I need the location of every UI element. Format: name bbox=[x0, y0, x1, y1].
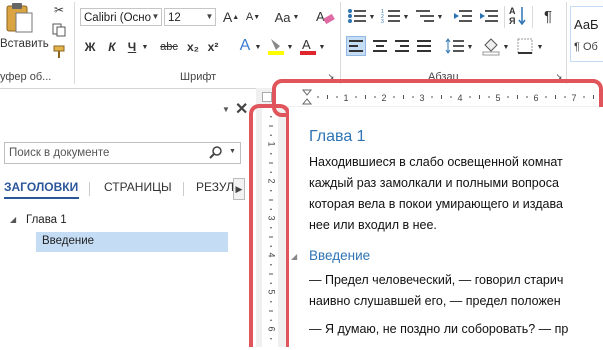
svg-text:A: A bbox=[509, 6, 516, 16]
dropdown-icon[interactable]: ▼ bbox=[286, 38, 294, 56]
collapse-triangle-icon[interactable]: ◢ bbox=[291, 252, 297, 261]
search-icon[interactable] bbox=[209, 145, 223, 162]
bold-button[interactable]: Ж bbox=[82, 38, 98, 56]
tab-headings[interactable]: ЗАГОЛОВКИ bbox=[4, 180, 78, 194]
change-case-button[interactable]: Aa ▼ bbox=[272, 8, 302, 26]
clear-formatting-icon[interactable]: A bbox=[314, 6, 336, 28]
paragraph-line[interactable]: нее или входил в нее. bbox=[309, 218, 437, 232]
close-icon[interactable]: ✕ bbox=[235, 99, 248, 119]
dropdown-icon[interactable]: ▼ bbox=[318, 38, 326, 56]
svg-text:A: A bbox=[316, 9, 325, 24]
clipboard-group-label: уфер об... bbox=[0, 71, 52, 83]
tab-results[interactable]: РЕЗУЛ bbox=[196, 180, 234, 194]
underline-button[interactable]: Ч bbox=[124, 38, 140, 56]
dropdown-icon[interactable]: ▼ bbox=[436, 8, 444, 26]
show-marks-button[interactable]: ¶ bbox=[538, 6, 558, 26]
style-name-text: ¶ Об bbox=[574, 41, 598, 53]
svg-text:A: A bbox=[302, 37, 311, 52]
line-spacing-icon[interactable] bbox=[444, 36, 466, 56]
superscript-button[interactable]: x² bbox=[204, 38, 222, 56]
ruler-corner bbox=[262, 92, 272, 102]
dropdown-icon[interactable]: ▼ bbox=[402, 8, 410, 26]
heading-1[interactable]: Глава 1 bbox=[309, 128, 366, 146]
grow-font-button[interactable]: A ▲ bbox=[222, 8, 240, 26]
style-preview-text: АаБ bbox=[574, 17, 599, 32]
highlight-color-icon[interactable] bbox=[266, 36, 286, 56]
bullets-icon[interactable] bbox=[346, 6, 368, 26]
cut-icon[interactable]: ✂ bbox=[50, 2, 68, 18]
search-placeholder: Поиск в документе bbox=[9, 147, 110, 159]
expand-triangle-icon[interactable]: ◢ bbox=[10, 215, 16, 224]
svg-text:Я: Я bbox=[509, 16, 515, 26]
dropdown-icon[interactable]: ▼ bbox=[368, 8, 376, 26]
align-right-icon[interactable] bbox=[392, 36, 412, 56]
multilevel-list-icon[interactable] bbox=[414, 6, 436, 26]
paste-button[interactable]: Вставить bbox=[0, 38, 49, 50]
nav-heading-item-selected[interactable]: Введение bbox=[36, 232, 228, 252]
dropdown-icon[interactable]: ▼ bbox=[536, 38, 544, 56]
copy-icon[interactable] bbox=[50, 22, 68, 38]
strikethrough-button[interactable]: abc bbox=[158, 38, 180, 56]
active-tab-indicator bbox=[4, 197, 79, 199]
search-input[interactable]: Поиск в документе ▼ bbox=[4, 142, 241, 164]
heading-2[interactable]: Введение bbox=[309, 248, 370, 263]
shading-icon[interactable] bbox=[480, 36, 502, 56]
decrease-indent-icon[interactable] bbox=[452, 6, 474, 26]
numbering-icon[interactable]: 123 bbox=[380, 6, 402, 26]
dropdown-icon[interactable]: ▼ bbox=[254, 38, 262, 56]
paste-icon[interactable] bbox=[2, 2, 36, 34]
svg-text:3: 3 bbox=[381, 19, 384, 24]
borders-icon[interactable] bbox=[514, 36, 536, 56]
align-center-icon[interactable] bbox=[370, 36, 390, 56]
ribbon: Вставить ✂ уфер об... Calibri (Осно ▼ 12 ▼… bbox=[0, 0, 603, 89]
text-effects-icon[interactable]: A bbox=[236, 36, 254, 56]
shrink-font-button[interactable]: A ▼ bbox=[244, 8, 262, 26]
paragraph-line[interactable]: наивно слушавшей его, — предел положен bbox=[309, 294, 561, 308]
italic-button[interactable]: К bbox=[104, 38, 120, 56]
paragraph-line[interactable]: — Я думаю, не поздно ли соборовать? — пр bbox=[309, 322, 568, 336]
tab-pages[interactable]: СТРАНИЦЫ bbox=[104, 180, 172, 194]
pane-options-icon[interactable]: ▼ bbox=[222, 105, 230, 114]
font-name-combo[interactable]: Calibri (Осно ▼ bbox=[80, 8, 162, 26]
paragraph-line[interactable]: каждый раз замолкали и полными вопроса bbox=[309, 176, 559, 190]
paragraph-line[interactable]: Находившиеся в слабо освещенной комнат bbox=[309, 155, 563, 169]
font-group-label: Шрифт bbox=[180, 71, 217, 83]
font-color-icon[interactable]: A bbox=[298, 36, 318, 56]
format-painter-icon[interactable] bbox=[50, 44, 68, 60]
paragraph-line[interactable]: которая вела в покои умирающего и издава bbox=[309, 197, 563, 211]
underline-dropdown-icon[interactable]: ▼ bbox=[140, 38, 150, 56]
chevron-down-icon[interactable]: ▼ bbox=[229, 148, 236, 155]
chevron-down-icon: ▼ bbox=[205, 12, 214, 21]
nav-heading-label: Введение bbox=[42, 235, 95, 247]
tab-scroll-right-icon[interactable]: ▶ bbox=[233, 178, 245, 200]
increase-indent-icon[interactable] bbox=[478, 6, 500, 26]
document-page[interactable]: Глава 1 Находившиеся в слабо освещенной … bbox=[289, 107, 603, 347]
dropdown-icon[interactable]: ▼ bbox=[466, 38, 474, 56]
font-size-combo[interactable]: 12 ▼ bbox=[164, 8, 216, 26]
dropdown-icon[interactable]: ▼ bbox=[502, 38, 510, 56]
subscript-button[interactable]: x₂ bbox=[184, 38, 202, 56]
highlight-vertical-ruler bbox=[249, 104, 290, 347]
nav-heading-item[interactable]: Глава 1 bbox=[26, 214, 67, 226]
style-gallery-item[interactable]: АаБ ¶ Об bbox=[570, 6, 603, 62]
align-left-icon[interactable] bbox=[346, 36, 366, 56]
justify-icon[interactable] bbox=[414, 36, 434, 56]
paragraph-line[interactable]: — Предел человеческий, — говорил старич bbox=[309, 273, 563, 287]
chevron-down-icon: ▼ bbox=[151, 12, 160, 21]
sort-icon[interactable]: AЯ bbox=[508, 4, 528, 28]
